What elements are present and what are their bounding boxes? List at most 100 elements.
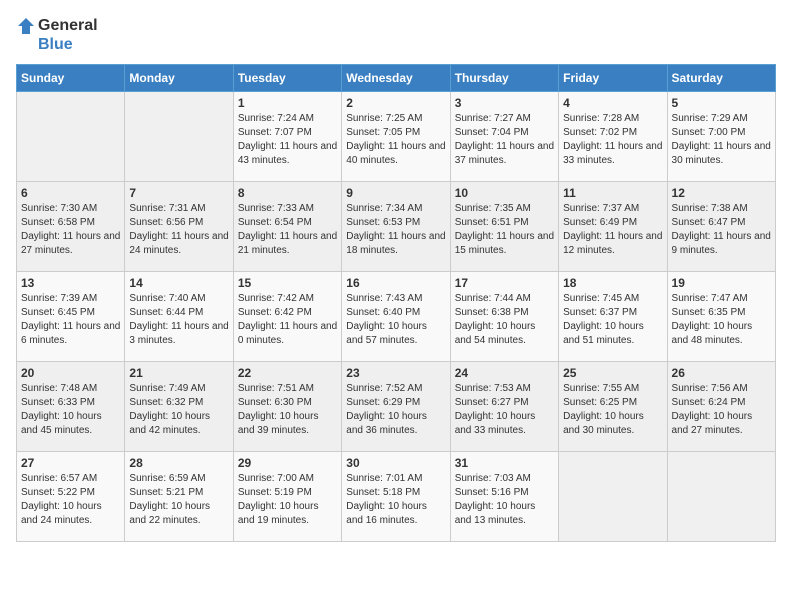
- day-content: Sunrise: 7:33 AM Sunset: 6:54 PM Dayligh…: [238, 202, 337, 258]
- logo-bird-icon: [16, 16, 36, 36]
- day-number: 25: [563, 366, 662, 380]
- calendar-cell: 5 Sunrise: 7:29 AM Sunset: 7:00 PM Daylig…: [667, 92, 775, 182]
- weekday-header-cell: Tuesday: [233, 65, 341, 92]
- calendar-cell: 10Sunrise: 7:35 AM Sunset: 6:51 PM Dayli…: [450, 182, 558, 272]
- day-content: Sunrise: 7:55 AM Sunset: 6:25 PM Dayligh…: [563, 382, 662, 438]
- day-content: Sunrise: 7:38 AM Sunset: 6:47 PM Dayligh…: [672, 202, 771, 258]
- day-content: Sunrise: 7:01 AM Sunset: 5:18 PM Dayligh…: [346, 472, 445, 528]
- calendar-cell: 28Sunrise: 6:59 AM Sunset: 5:21 PM Dayli…: [125, 452, 233, 542]
- page-header: General Blue: [16, 16, 776, 54]
- calendar-cell: 19 Sunrise: 7:47 AM Sunset: 6:35 PM Dayli…: [667, 272, 775, 362]
- weekday-header-row: SundayMondayTuesdayWednesdayThursdayFrid…: [17, 65, 776, 92]
- day-number: 19: [672, 276, 771, 290]
- day-number: 1: [238, 96, 337, 110]
- calendar-cell: 20 Sunrise: 7:48 AM Sunset: 6:33 PM Dayli…: [17, 362, 125, 452]
- day-number: 4: [563, 96, 662, 110]
- calendar-cell: [125, 92, 233, 182]
- calendar-cell: 25 Sunrise: 7:55 AM Sunset: 6:25 PM Dayli…: [559, 362, 667, 452]
- day-content: Sunrise: 7:44 AM Sunset: 6:38 PM Dayligh…: [455, 292, 554, 348]
- day-number: 22: [238, 366, 337, 380]
- day-content: Sunrise: 7:37 AM Sunset: 6:49 PM Dayligh…: [563, 202, 662, 258]
- day-number: 24: [455, 366, 554, 380]
- day-content: Sunrise: 7:45 AM Sunset: 6:37 PM Dayligh…: [563, 292, 662, 348]
- day-content: Sunrise: 7:30 AM Sunset: 6:58 PM Dayligh…: [21, 202, 120, 258]
- day-number: 15: [238, 276, 337, 290]
- calendar-cell: 12Sunrise: 7:38 AM Sunset: 6:47 PM Dayli…: [667, 182, 775, 272]
- day-number: 20: [21, 366, 120, 380]
- day-number: 9: [346, 186, 445, 200]
- day-content: Sunrise: 7:47 AM Sunset: 6:35 PM Dayligh…: [672, 292, 771, 348]
- calendar-cell: 27 Sunrise: 6:57 AM Sunset: 5:22 PM Dayli…: [17, 452, 125, 542]
- day-number: 8: [238, 186, 337, 200]
- weekday-header-cell: Wednesday: [342, 65, 450, 92]
- day-content: Sunrise: 7:53 AM Sunset: 6:27 PM Dayligh…: [455, 382, 554, 438]
- day-number: 13: [21, 276, 120, 290]
- day-content: Sunrise: 7:48 AM Sunset: 6:33 PM Dayligh…: [21, 382, 120, 438]
- day-number: 29: [238, 456, 337, 470]
- weekday-header-cell: Sunday: [17, 65, 125, 92]
- day-content: Sunrise: 7:31 AM Sunset: 6:56 PM Dayligh…: [129, 202, 228, 258]
- calendar-cell: 2Sunrise: 7:25 AM Sunset: 7:05 PM Daylig…: [342, 92, 450, 182]
- day-number: 5: [672, 96, 771, 110]
- day-content: Sunrise: 7:49 AM Sunset: 6:32 PM Dayligh…: [129, 382, 228, 438]
- calendar-week-row: 27 Sunrise: 6:57 AM Sunset: 5:22 PM Dayli…: [17, 452, 776, 542]
- calendar-body: 1 Sunrise: 7:24 AM Sunset: 7:07 PM Daylig…: [17, 92, 776, 542]
- day-content: Sunrise: 7:03 AM Sunset: 5:16 PM Dayligh…: [455, 472, 554, 528]
- calendar-cell: 30 Sunrise: 7:01 AM Sunset: 5:18 PM Dayli…: [342, 452, 450, 542]
- day-content: Sunrise: 7:29 AM Sunset: 7:00 PM Dayligh…: [672, 112, 771, 168]
- calendar-cell: 17 Sunrise: 7:44 AM Sunset: 6:38 PM Dayli…: [450, 272, 558, 362]
- calendar-week-row: 20 Sunrise: 7:48 AM Sunset: 6:33 PM Dayli…: [17, 362, 776, 452]
- calendar-cell: 15 Sunrise: 7:42 AM Sunset: 6:42 PM Dayli…: [233, 272, 341, 362]
- calendar-table: SundayMondayTuesdayWednesdayThursdayFrid…: [16, 64, 776, 542]
- calendar-cell: [17, 92, 125, 182]
- day-content: Sunrise: 6:57 AM Sunset: 5:22 PM Dayligh…: [21, 472, 120, 528]
- calendar-cell: 26 Sunrise: 7:56 AM Sunset: 6:24 PM Dayli…: [667, 362, 775, 452]
- day-number: 26: [672, 366, 771, 380]
- day-number: 17: [455, 276, 554, 290]
- calendar-cell: [559, 452, 667, 542]
- day-content: Sunrise: 7:27 AM Sunset: 7:04 PM Dayligh…: [455, 112, 554, 168]
- logo-general-text: General: [38, 17, 98, 35]
- calendar-cell: 14Sunrise: 7:40 AM Sunset: 6:44 PM Dayli…: [125, 272, 233, 362]
- calendar-cell: [667, 452, 775, 542]
- day-content: Sunrise: 7:00 AM Sunset: 5:19 PM Dayligh…: [238, 472, 337, 528]
- weekday-header-cell: Friday: [559, 65, 667, 92]
- calendar-cell: 22 Sunrise: 7:51 AM Sunset: 6:30 PM Dayli…: [233, 362, 341, 452]
- day-number: 16: [346, 276, 445, 290]
- calendar-cell: 31Sunrise: 7:03 AM Sunset: 5:16 PM Dayli…: [450, 452, 558, 542]
- weekday-header-cell: Thursday: [450, 65, 558, 92]
- day-content: Sunrise: 7:25 AM Sunset: 7:05 PM Dayligh…: [346, 112, 445, 168]
- day-number: 11: [563, 186, 662, 200]
- day-content: Sunrise: 6:59 AM Sunset: 5:21 PM Dayligh…: [129, 472, 228, 528]
- calendar-cell: 7 Sunrise: 7:31 AM Sunset: 6:56 PM Daylig…: [125, 182, 233, 272]
- day-content: Sunrise: 7:56 AM Sunset: 6:24 PM Dayligh…: [672, 382, 771, 438]
- logo-blue-text: Blue: [38, 36, 73, 54]
- day-number: 6: [21, 186, 120, 200]
- day-number: 23: [346, 366, 445, 380]
- day-number: 14: [129, 276, 228, 290]
- day-number: 27: [21, 456, 120, 470]
- weekday-header-cell: Monday: [125, 65, 233, 92]
- calendar-cell: 9 Sunrise: 7:34 AM Sunset: 6:53 PM Daylig…: [342, 182, 450, 272]
- calendar-cell: 18 Sunrise: 7:45 AM Sunset: 6:37 PM Dayli…: [559, 272, 667, 362]
- day-content: Sunrise: 7:51 AM Sunset: 6:30 PM Dayligh…: [238, 382, 337, 438]
- day-content: Sunrise: 7:28 AM Sunset: 7:02 PM Dayligh…: [563, 112, 662, 168]
- day-content: Sunrise: 7:24 AM Sunset: 7:07 PM Dayligh…: [238, 112, 337, 168]
- day-content: Sunrise: 7:42 AM Sunset: 6:42 PM Dayligh…: [238, 292, 337, 348]
- day-number: 30: [346, 456, 445, 470]
- calendar-week-row: 13Sunrise: 7:39 AM Sunset: 6:45 PM Dayli…: [17, 272, 776, 362]
- calendar-cell: 23Sunrise: 7:52 AM Sunset: 6:29 PM Dayli…: [342, 362, 450, 452]
- calendar-cell: 4 Sunrise: 7:28 AM Sunset: 7:02 PM Daylig…: [559, 92, 667, 182]
- logo: General Blue: [16, 16, 98, 54]
- logo-text: General: [16, 16, 98, 36]
- calendar-week-row: 6 Sunrise: 7:30 AM Sunset: 6:58 PM Daylig…: [17, 182, 776, 272]
- calendar-cell: 24 Sunrise: 7:53 AM Sunset: 6:27 PM Dayli…: [450, 362, 558, 452]
- day-number: 7: [129, 186, 228, 200]
- day-number: 21: [129, 366, 228, 380]
- calendar-cell: 16Sunrise: 7:43 AM Sunset: 6:40 PM Dayli…: [342, 272, 450, 362]
- calendar-cell: 29 Sunrise: 7:00 AM Sunset: 5:19 PM Dayli…: [233, 452, 341, 542]
- day-content: Sunrise: 7:34 AM Sunset: 6:53 PM Dayligh…: [346, 202, 445, 258]
- calendar-cell: 1 Sunrise: 7:24 AM Sunset: 7:07 PM Daylig…: [233, 92, 341, 182]
- day-content: Sunrise: 7:35 AM Sunset: 6:51 PM Dayligh…: [455, 202, 554, 258]
- day-number: 18: [563, 276, 662, 290]
